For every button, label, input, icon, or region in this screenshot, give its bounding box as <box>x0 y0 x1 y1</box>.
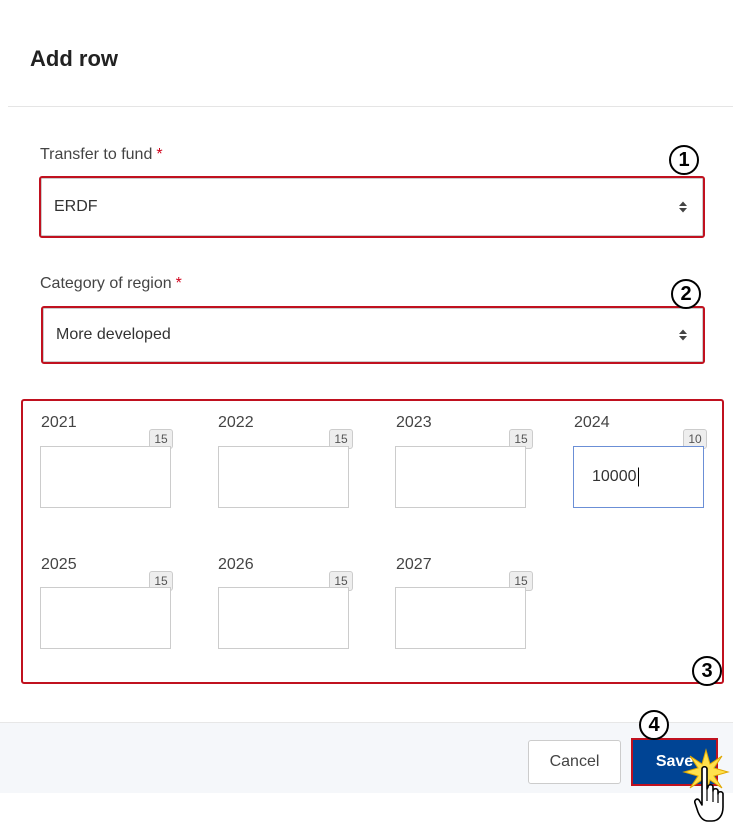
callout-4: 4 <box>639 710 669 740</box>
callout-2: 2 <box>671 279 701 309</box>
fund-highlight <box>39 176 705 238</box>
year-input-text: 10000 <box>592 468 637 486</box>
header-divider <box>8 106 733 107</box>
year-label: 2024 <box>574 414 610 431</box>
year-input-2022[interactable] <box>218 446 349 508</box>
year-label: 2022 <box>218 414 254 431</box>
year-input-2024[interactable]: 10000 <box>573 446 704 508</box>
cancel-button[interactable]: Cancel <box>528 740 621 784</box>
callout-1: 1 <box>669 145 699 175</box>
year-input-2025[interactable] <box>40 587 171 649</box>
required-marker: * <box>175 275 182 292</box>
callout-3: 3 <box>692 656 722 686</box>
year-input-2021[interactable] <box>40 446 171 508</box>
hand-pointer-icon <box>694 765 724 822</box>
year-input-value: 10000 <box>592 467 639 487</box>
text-caret <box>637 467 639 487</box>
year-label: 2025 <box>41 556 77 573</box>
year-label: 2026 <box>218 556 254 573</box>
dialog-footer <box>0 722 733 793</box>
year-label: 2027 <box>396 556 432 573</box>
fund-label-text: Transfer to fund <box>40 146 153 163</box>
fund-label: Transfer to fund * <box>40 146 163 164</box>
year-input-2026[interactable] <box>218 587 349 649</box>
region-highlight <box>41 306 705 364</box>
region-label: Category of region * <box>40 275 182 293</box>
year-input-2027[interactable] <box>395 587 526 649</box>
year-label: 2021 <box>41 414 77 431</box>
year-label: 2023 <box>396 414 432 431</box>
dialog-title: Add row <box>30 46 118 71</box>
year-input-2023[interactable] <box>395 446 526 508</box>
required-marker: * <box>156 146 163 163</box>
region-label-text: Category of region <box>40 275 172 292</box>
